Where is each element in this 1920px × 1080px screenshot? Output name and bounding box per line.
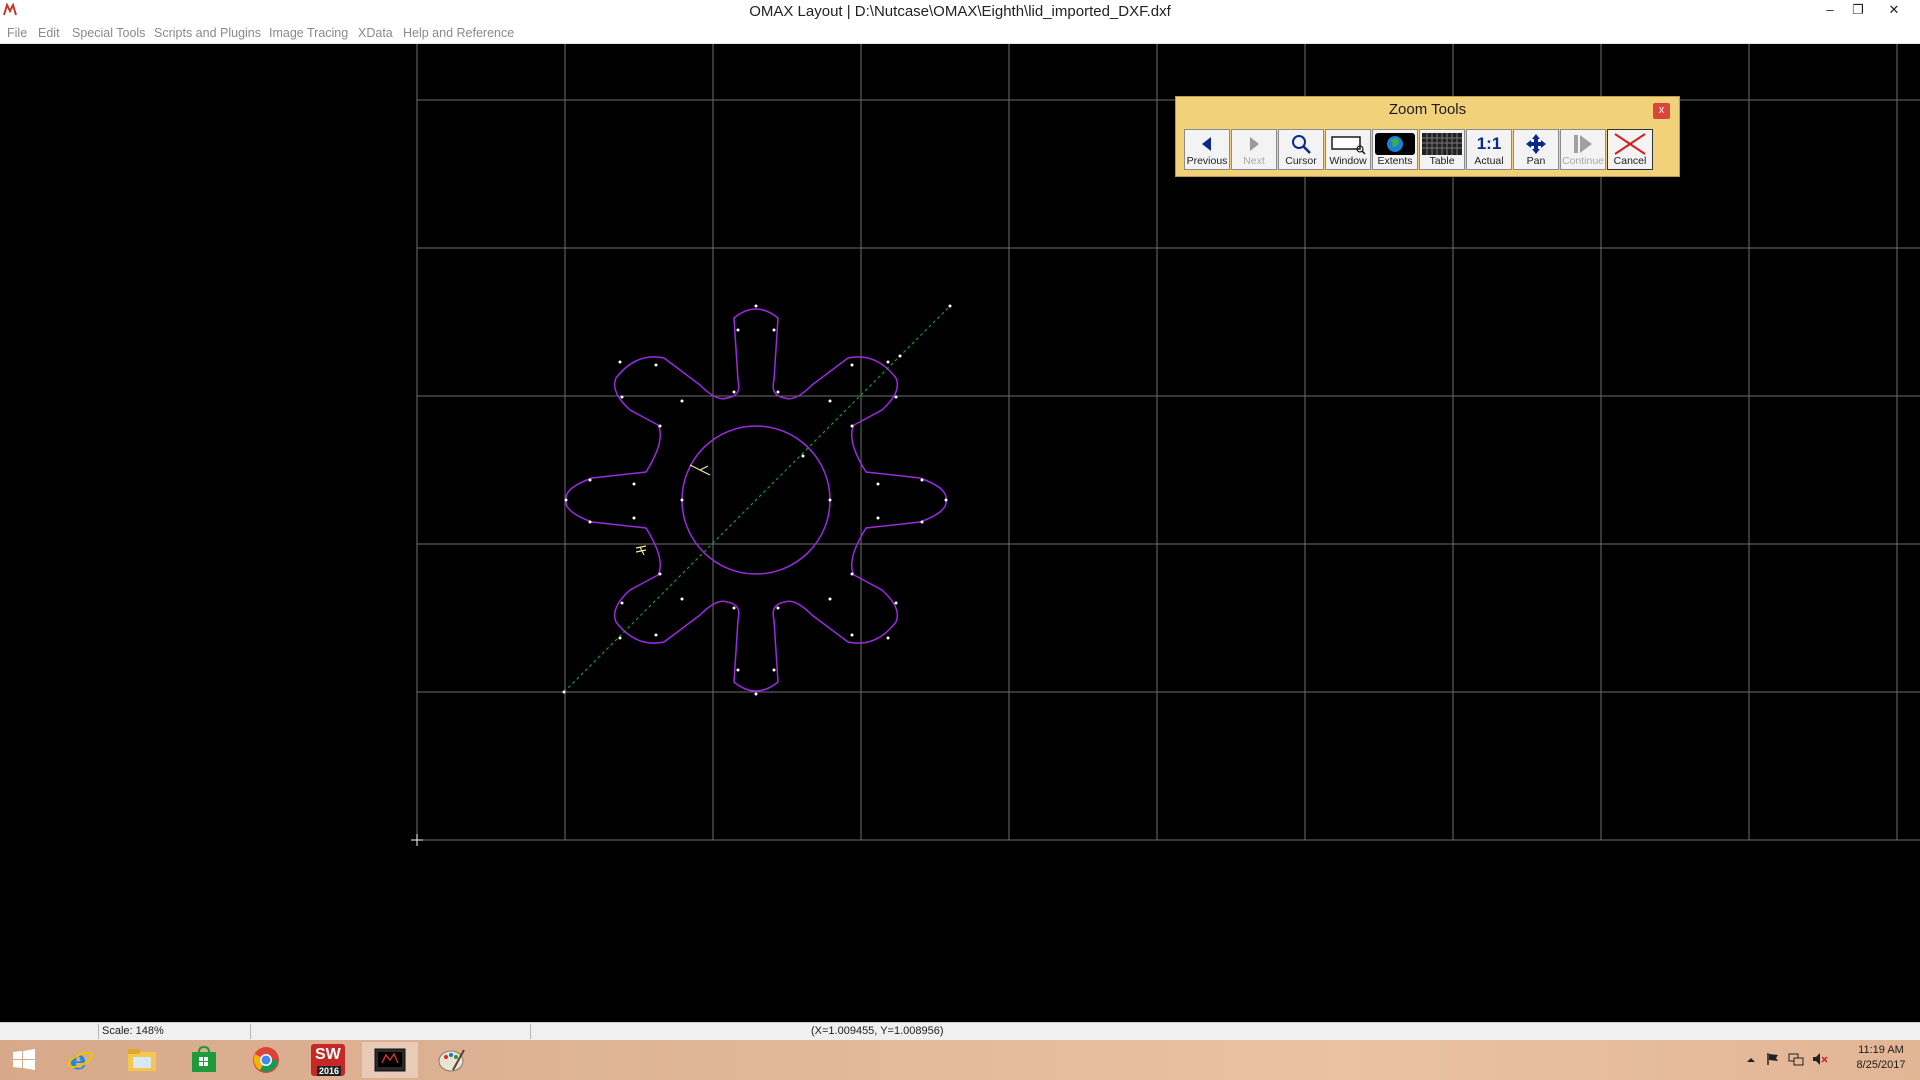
zoom-pan-label: Pan: [1526, 155, 1546, 167]
chrome-icon: [253, 1047, 279, 1073]
zoom-table-label: Table: [1429, 155, 1455, 167]
globe-icon: [1375, 133, 1415, 155]
zoom-pan-button[interactable]: Pan: [1513, 129, 1559, 170]
taskbar-store[interactable]: [176, 1042, 232, 1078]
taskbar: e SW 2016 11:19 AM 8/25/2017: [0, 1040, 1920, 1080]
store-icon: [192, 1046, 216, 1072]
internet-explorer-icon: e: [67, 1046, 93, 1074]
cancel-icon: [1614, 133, 1646, 155]
pan-icon: [1526, 134, 1546, 154]
previous-icon: [1202, 137, 1211, 151]
zoom-actual-button[interactable]: 1:1 Actual: [1466, 129, 1512, 170]
zoom-next-button[interactable]: Next: [1231, 129, 1277, 170]
status-cell-empty: [0, 1024, 98, 1039]
zoom-cursor-button[interactable]: Cursor: [1278, 129, 1324, 170]
close-window-button[interactable]: ✕: [1880, 0, 1908, 22]
svg-text:e: e: [70, 1046, 87, 1074]
menu-image-tracing[interactable]: Image Tracing: [269, 26, 348, 40]
taskbar-file-explorer[interactable]: [114, 1042, 170, 1078]
windows-start-icon: [13, 1049, 35, 1070]
menu-scripts-and-plugins[interactable]: Scripts and Plugins: [154, 26, 261, 40]
zoom-window-button[interactable]: Window: [1325, 129, 1371, 170]
title-bar: OMAX Layout | D:\Nutcase\OMAX\Eighth\lid…: [0, 0, 1920, 25]
zoom-actual-label: Actual: [1474, 155, 1504, 167]
clock-time: 11:19 AM: [1858, 1044, 1904, 1056]
solidworks-icon: SW 2016: [311, 1044, 345, 1076]
clock-date: 8/25/2017: [1856, 1059, 1906, 1071]
taskbar-chrome[interactable]: [238, 1042, 294, 1078]
network-icon[interactable]: [1788, 1051, 1804, 1067]
solidworks-version: 2016: [317, 1066, 342, 1076]
zoom-extents-label: Extents: [1377, 155, 1413, 167]
table-icon: [1422, 133, 1462, 155]
continue-icon: [1574, 135, 1592, 153]
zoom-cancel-label: Cancel: [1613, 155, 1647, 167]
actual-size-icon: 1:1: [1476, 134, 1502, 153]
menu-bar: File Edit Special Tools Scripts and Plug…: [0, 24, 1920, 44]
zoom-tools-panel: Zoom Tools x Previous Next Cursor Window…: [1175, 96, 1680, 177]
zoom-continue-button[interactable]: Continue: [1560, 129, 1606, 170]
menu-help-and-reference[interactable]: Help and Reference: [403, 26, 514, 40]
zoom-extents-button[interactable]: Extents: [1372, 129, 1418, 170]
system-tray: [1746, 1040, 1846, 1080]
zoom-cursor-label: Cursor: [1285, 155, 1317, 167]
clock[interactable]: 11:19 AM 8/25/2017: [1848, 1040, 1914, 1080]
paint-icon: [438, 1049, 465, 1072]
menu-file[interactable]: File: [7, 26, 27, 40]
zoom-next-label: Next: [1243, 155, 1265, 167]
volume-muted-icon[interactable]: [1812, 1052, 1828, 1066]
action-center-flag-icon[interactable]: [1766, 1052, 1780, 1066]
zoom-previous-button[interactable]: Previous: [1184, 129, 1230, 170]
file-explorer-icon: [128, 1049, 156, 1071]
minimize-button[interactable]: –: [1816, 0, 1844, 22]
show-hidden-icons-icon[interactable]: [1746, 1055, 1756, 1065]
zoom-continue-label: Continue: [1561, 155, 1605, 167]
status-coordinates: (X=1.009455, Y=1.008956): [530, 1024, 1920, 1039]
taskbar-paint[interactable]: [424, 1042, 480, 1078]
zoom-previous-label: Previous: [1186, 155, 1228, 167]
restore-button[interactable]: ❐: [1844, 0, 1872, 22]
window-title: OMAX Layout | D:\Nutcase\OMAX\Eighth\lid…: [749, 3, 1171, 20]
taskbar-omax-layout[interactable]: [362, 1042, 418, 1078]
menu-edit[interactable]: Edit: [38, 26, 60, 40]
start-button[interactable]: [0, 1042, 48, 1078]
menu-xdata[interactable]: XData: [358, 26, 393, 40]
omax-layout-icon: [374, 1048, 406, 1072]
zoom-tools-close-button[interactable]: x: [1653, 103, 1670, 119]
menu-special-tools[interactable]: Special Tools: [72, 26, 145, 40]
magnifier-icon: [1292, 135, 1311, 154]
zoom-table-button[interactable]: Table: [1419, 129, 1465, 170]
status-bar: Scale: 148% (X=1.009455, Y=1.008956): [0, 1022, 1920, 1041]
status-cell-blank: [250, 1024, 530, 1039]
drawing-canvas[interactable]: [0, 44, 1920, 1022]
taskbar-solidworks[interactable]: SW 2016: [300, 1042, 356, 1078]
next-icon: [1250, 137, 1259, 151]
zoom-cancel-button[interactable]: Cancel: [1607, 129, 1653, 170]
zoom-tools-title: Zoom Tools: [1388, 101, 1467, 118]
zoom-window-label: Window: [1329, 155, 1367, 167]
status-scale: Scale: 148%: [98, 1024, 250, 1039]
window-zoom-icon: [1331, 136, 1366, 155]
taskbar-internet-explorer[interactable]: e: [52, 1042, 108, 1078]
